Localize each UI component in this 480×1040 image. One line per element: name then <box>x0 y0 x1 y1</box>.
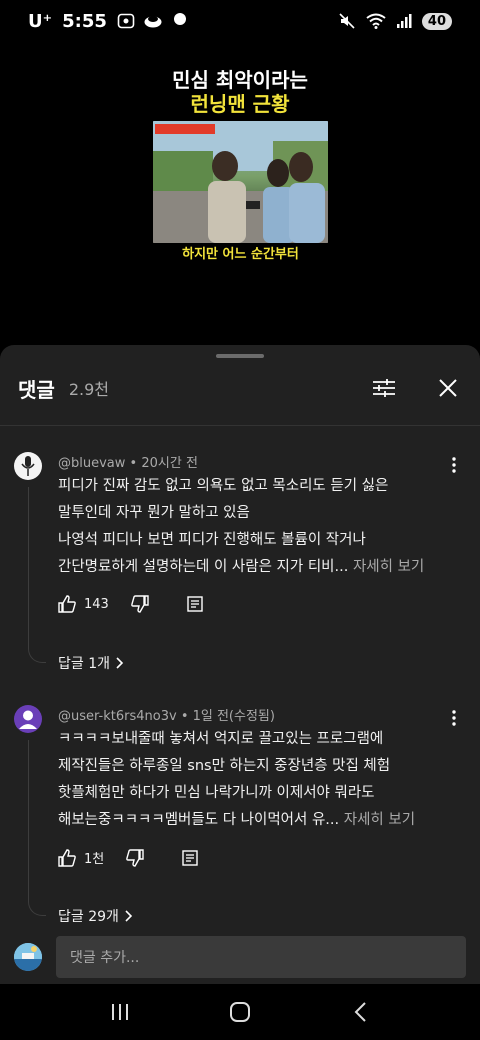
comment-line: 나영석 피디나 보면 피디가 진행해도 볼륨이 작거나 <box>58 532 366 548</box>
dislike-button[interactable] <box>131 595 149 613</box>
recents-button[interactable] <box>100 992 140 1032</box>
comment-line: 간단명료하게 설명하는데 이 사람은 지가 티비... 자세히 보기 <box>58 554 458 581</box>
thread-curve <box>28 898 46 916</box>
video-title-line2: 런닝맨 근황 <box>190 92 290 116</box>
thread-line <box>28 487 29 647</box>
comment-actions: 1천 <box>58 848 198 867</box>
status-bar: U⁺ 5:55 40 <box>0 0 480 42</box>
thumbs-up-icon <box>58 595 76 613</box>
thumbs-up-icon <box>58 848 76 867</box>
comment-actions: 143 <box>58 595 203 613</box>
like-count: 143 <box>84 596 109 612</box>
add-comment-bar: 댓글 추가... <box>0 933 480 981</box>
video-player[interactable]: 민심 최악이라는 런닝맨 근황 하지만 어느 순간부터 <box>0 42 480 345</box>
chevron-right-icon <box>116 657 124 669</box>
view-replies-button[interactable]: 답글 1개 <box>58 653 124 673</box>
video-subtitle: 하지만 어느 순간부터 <box>182 247 299 262</box>
comment-line-text: 간단명료하게 설명하는데 이 사람은 지가 티비... <box>58 559 349 575</box>
avatar[interactable] <box>14 705 42 733</box>
comment-more-button[interactable] <box>444 455 464 475</box>
comment-meta: @user-kt6rs4no3v • 1일 전(수정됨) <box>58 705 275 724</box>
comment-line: 피디가 진짜 감도 없고 의욕도 없고 목소리도 듣기 싫은 <box>58 478 389 494</box>
drag-handle[interactable] <box>216 354 264 358</box>
like-count: 1천 <box>84 852 105 867</box>
reply-icon <box>182 849 198 866</box>
comment-line: 제작진들은 하루종일 sns만 하는지 중장년층 맛집 체험 <box>58 758 391 774</box>
header-divider <box>0 425 480 426</box>
comment-line: 말투인데 자꾸 뭔가 말하고 있음 <box>58 505 250 521</box>
back-button[interactable] <box>340 992 380 1032</box>
signal-icon <box>396 14 412 28</box>
comments-header: 댓글 2.9천 <box>18 373 462 403</box>
replies-label: 답글 1개 <box>58 656 110 672</box>
read-more-link[interactable]: 자세히 보기 <box>353 559 424 575</box>
filter-button[interactable] <box>370 374 398 402</box>
thread-curve <box>28 645 46 663</box>
recents-icon <box>112 1004 128 1020</box>
comments-title: 댓글 <box>18 377 55 402</box>
won-app-icon <box>173 13 186 25</box>
mute-icon <box>339 13 355 29</box>
close-icon <box>439 379 457 397</box>
reply-icon <box>187 596 203 612</box>
chevron-right-icon <box>125 910 133 922</box>
close-button[interactable] <box>434 374 462 402</box>
more-vert-icon <box>452 710 456 726</box>
comment-body: ㅋㅋㅋㅋ보내줄때 놓쳐서 억지로 끌고있는 프로그램에 제작진들은 하루종일 s… <box>58 726 458 834</box>
home-button[interactable] <box>220 992 260 1032</box>
thumbs-down-icon <box>131 595 149 613</box>
comment-line-text: 해보는중ㅋㅋㅋㅋ멤버들도 다 나이먹어서 유... <box>58 812 340 828</box>
filter-icon <box>373 379 395 397</box>
more-vert-icon <box>452 457 456 473</box>
like-button[interactable]: 143 <box>58 595 109 613</box>
reply-button[interactable] <box>182 849 198 866</box>
comments-count: 2.9천 <box>68 380 109 399</box>
thread-line <box>28 740 29 900</box>
video-frame <box>153 121 328 243</box>
avatar[interactable] <box>14 452 42 480</box>
like-button[interactable]: 1천 <box>58 848 104 867</box>
replies-label: 답글 29개 <box>58 909 119 925</box>
comment-line: ㅋㅋㅋㅋ보내줄때 놓쳐서 억지로 끌고있는 프로그램에 <box>58 731 384 747</box>
comment-body: 피디가 진짜 감도 없고 의욕도 없고 목소리도 듣기 싫은 말투인데 자꾸 뭔… <box>58 473 458 581</box>
thumbs-down-icon <box>126 848 144 867</box>
video-frame-image <box>153 121 328 243</box>
microphone-icon <box>21 456 35 476</box>
comment-line: 해보는중ㅋㅋㅋㅋ멤버들도 다 나이먹어서 유... 자세히 보기 <box>58 807 458 834</box>
clock: 5:55 <box>62 10 107 32</box>
my-avatar <box>14 943 42 971</box>
comment-line: 핫플체험만 하다가 민심 나락가니까 이제서야 뭐라도 <box>58 785 375 801</box>
screenshot-icon <box>117 13 135 29</box>
user-icon <box>19 710 37 729</box>
add-comment-input[interactable]: 댓글 추가... <box>56 936 466 978</box>
comment-more-button[interactable] <box>444 708 464 728</box>
beach-avatar-icon <box>14 943 42 971</box>
read-more-link[interactable]: 자세히 보기 <box>344 812 415 828</box>
comment-time: • 20시간 전 <box>129 456 198 471</box>
comment-author[interactable]: @user-kt6rs4no3v <box>58 709 177 724</box>
comment-author[interactable]: @bluevaw <box>58 456 125 471</box>
cloud-icon <box>144 16 162 28</box>
system-nav-bar <box>0 984 480 1040</box>
reply-button[interactable] <box>187 596 203 612</box>
dislike-button[interactable] <box>126 848 144 867</box>
home-icon <box>230 1002 250 1022</box>
back-icon <box>354 1002 366 1022</box>
comment-meta: @bluevaw • 20시간 전 <box>58 452 198 471</box>
view-replies-button[interactable]: 답글 29개 <box>58 906 133 926</box>
carrier-label: U⁺ <box>28 10 53 32</box>
wifi-icon <box>366 13 386 29</box>
battery-indicator: 40 <box>421 12 452 30</box>
comment-time: • 1일 전(수정됨) <box>180 709 275 724</box>
